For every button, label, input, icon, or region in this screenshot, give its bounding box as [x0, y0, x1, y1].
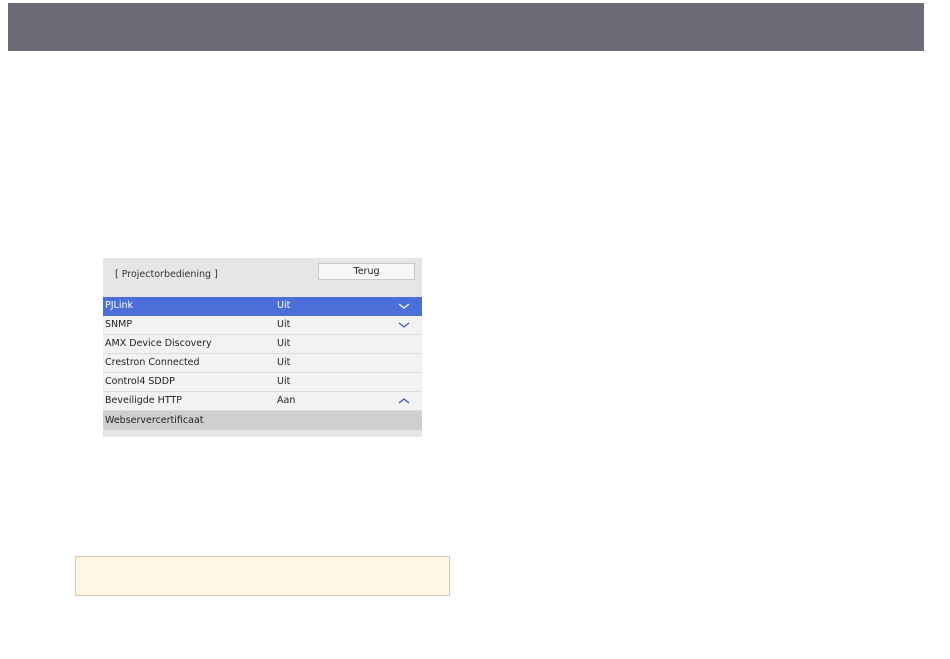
row-label: SNMP — [105, 319, 133, 330]
menu-list: PJLink Uit SNMP Uit AMX Device Discovery… — [103, 297, 422, 430]
back-button[interactable]: Terug — [318, 263, 415, 280]
note-box — [75, 556, 450, 596]
row-value: Uit — [277, 300, 291, 311]
row-label: Crestron Connected — [105, 357, 200, 368]
menu-header: [ Projectorbediening ] Terug — [103, 258, 422, 296]
menu-row-pjlink[interactable]: PJLink Uit — [103, 297, 422, 316]
row-value: Uit — [277, 376, 291, 387]
menu-row-control4-sddp[interactable]: Control4 SDDP Uit — [103, 373, 422, 392]
row-label: PJLink — [105, 300, 133, 311]
row-value: Aan — [277, 395, 296, 406]
row-label: Control4 SDDP — [105, 376, 175, 387]
menu-row-snmp[interactable]: SNMP Uit — [103, 316, 422, 335]
chevron-up-icon[interactable] — [398, 396, 410, 406]
row-label: AMX Device Discovery — [105, 338, 212, 349]
row-value: Uit — [277, 357, 291, 368]
row-label: Beveiligde HTTP — [105, 395, 182, 406]
chevron-down-icon[interactable] — [398, 320, 410, 330]
projector-control-menu: [ Projectorbediening ] Terug PJLink Uit … — [103, 258, 422, 437]
menu-row-secure-http[interactable]: Beveiligde HTTP Aan — [103, 392, 422, 411]
menu-row-web-server-certificate[interactable]: Webservercertificaat — [103, 411, 422, 430]
menu-title: [ Projectorbediening ] — [115, 269, 218, 280]
header-bar — [8, 3, 924, 51]
menu-row-amx-device-discovery[interactable]: AMX Device Discovery Uit — [103, 335, 422, 354]
menu-row-crestron-connected[interactable]: Crestron Connected Uit — [103, 354, 422, 373]
chevron-down-icon[interactable] — [398, 301, 410, 311]
row-value: Uit — [277, 338, 291, 349]
row-label: Webservercertificaat — [105, 415, 204, 426]
row-value: Uit — [277, 319, 291, 330]
